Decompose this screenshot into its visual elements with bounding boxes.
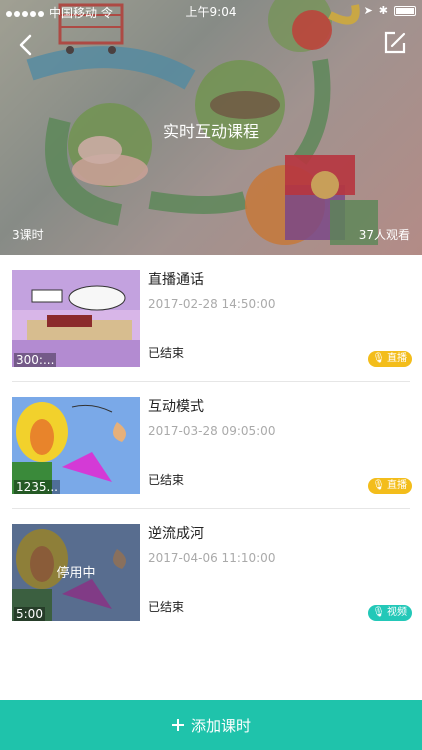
microphone-icon: 🎙 [372, 480, 385, 491]
lesson-tag-label: 直播 [387, 353, 407, 364]
lesson-title: 直播通话 [148, 272, 204, 288]
viewer-count: 37人观看 [358, 228, 410, 242]
lesson-date: 2017-03-28 09:05:00 [148, 424, 276, 438]
lesson-item[interactable]: 停用中 5:00 逆流成河 2017-04-06 11:10:00 已结束 🎙 … [0, 509, 422, 636]
course-title: 实时互动课程 [162, 122, 259, 141]
lesson-list: 300:... 直播通话 2017-02-28 14:50:00 已结束 🎙 直… [0, 255, 422, 636]
lesson-thumbnail: 1235... [12, 397, 140, 494]
lesson-status: 已结束 [148, 473, 185, 487]
lesson-date: 2017-04-06 11:10:00 [148, 551, 276, 565]
plus-icon [171, 719, 184, 731]
lesson-status: 已结束 [148, 600, 185, 614]
chevron-left-icon [19, 34, 32, 56]
edit-button[interactable] [382, 30, 408, 56]
lesson-title: 逆流成河 [148, 526, 204, 542]
lesson-tag-label: 直播 [387, 480, 407, 491]
clock: 上午9:04 [185, 5, 237, 19]
lesson-thumbnail: 停用中 5:00 [12, 524, 140, 621]
lesson-count: 3课时 [12, 228, 44, 242]
course-cover: 中国移动 令 上午9:04 ➤ ✱ 实时互动课程 3课时 37人观看 [0, 0, 422, 255]
edit-icon [384, 31, 406, 54]
status-bar: 中国移动 令 上午9:04 ➤ ✱ [0, 0, 422, 22]
lesson-status: 已结束 [148, 346, 185, 360]
add-lesson-button[interactable]: 添加课时 [0, 700, 422, 750]
live-badge: 🎙 直播 [368, 351, 412, 367]
lesson-date: 2017-02-28 14:50:00 [148, 297, 276, 311]
lesson-duration: 5:00 [14, 607, 45, 621]
microphone-icon: 🎙 [372, 607, 385, 618]
video-badge: 🎙 视频 [368, 605, 412, 621]
battery-icon [394, 5, 416, 16]
lesson-thumbnail: 300:... [12, 270, 140, 367]
lesson-duration: 300:... [14, 353, 57, 367]
lesson-duration: 1235... [14, 480, 60, 494]
location-icon: ➤ [363, 4, 373, 17]
live-badge: 🎙 直播 [368, 478, 412, 494]
lesson-item[interactable]: 300:... 直播通话 2017-02-28 14:50:00 已结束 🎙 直… [0, 255, 422, 382]
microphone-icon: 🎙 [372, 353, 385, 364]
lesson-title: 互动模式 [148, 399, 204, 415]
disabled-label: 停用中 [56, 566, 96, 581]
back-button[interactable] [12, 30, 42, 60]
bluetooth-icon: ✱ [378, 4, 388, 17]
lesson-tag-label: 视频 [387, 607, 407, 618]
add-lesson-label: 添加课时 [190, 716, 251, 735]
lesson-item[interactable]: 1235... 互动模式 2017-03-28 09:05:00 已结束 🎙 直… [0, 382, 422, 509]
